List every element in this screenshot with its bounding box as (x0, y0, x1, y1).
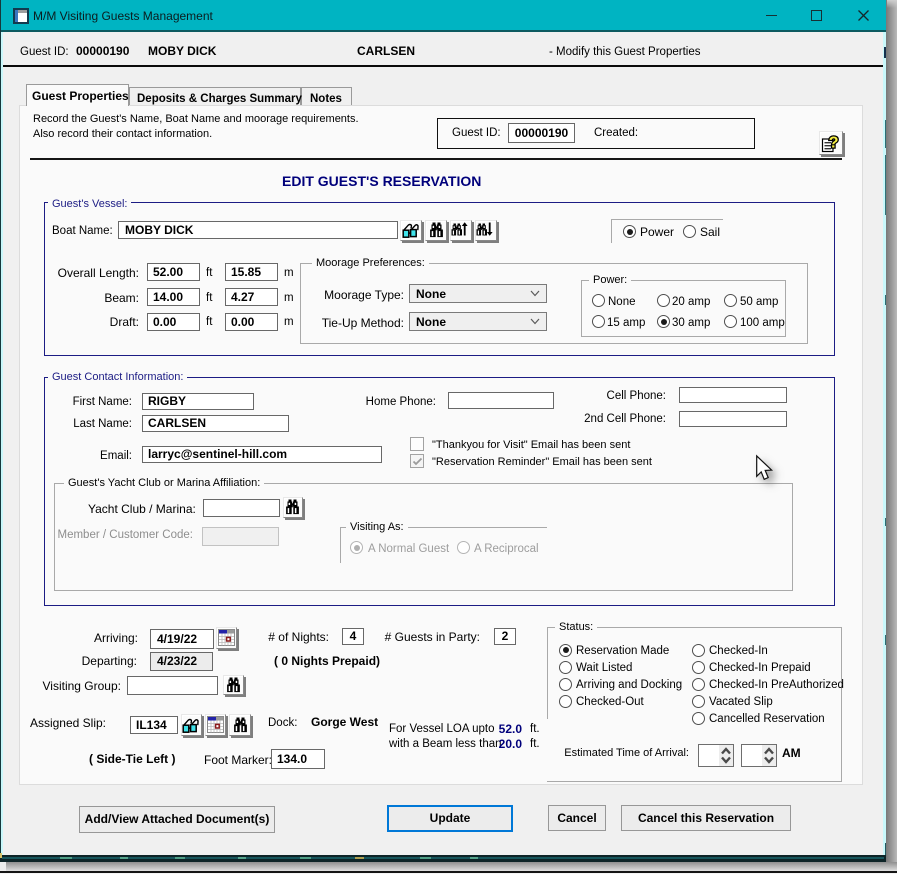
svg-text:?: ? (829, 135, 839, 152)
